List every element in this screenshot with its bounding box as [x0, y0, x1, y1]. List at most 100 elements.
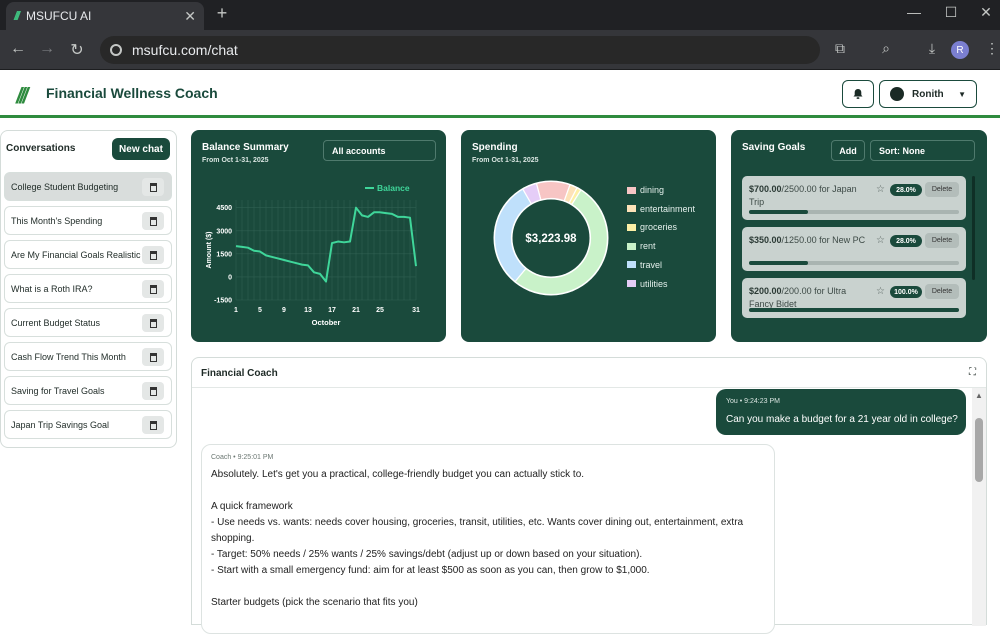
y-tick-label: -1500	[214, 298, 232, 305]
legend-label: utilities	[640, 278, 668, 289]
goal-percent-badge: 100.0%	[890, 286, 922, 298]
conversation-item[interactable]: Current Budget Status	[4, 308, 172, 337]
reading-mode-icon[interactable]: ⌕	[876, 40, 896, 57]
conversation-item[interactable]: Cash Flow Trend This Month	[4, 342, 172, 371]
coach-message-line: - Start with a small emergency fund: aim…	[211, 565, 650, 576]
browser-tab[interactable]: /// MSUFCU AI ✕	[6, 2, 204, 30]
conversation-item[interactable]: This Month's Spending	[4, 206, 172, 235]
star-icon[interactable]: ☆	[876, 184, 885, 195]
goal-text: $700.00/2500.00 for Japan Trip	[749, 183, 869, 209]
balance-summary-card: Balance Summary From Oct 1-31, 2025 All …	[191, 130, 446, 342]
goal-text: $350.00/1250.00 for New PC	[749, 234, 869, 247]
back-icon[interactable]: ←	[8, 40, 28, 58]
profile-avatar[interactable]: R	[951, 41, 969, 59]
address-bar[interactable]: msufcu.com/chat	[100, 36, 820, 64]
coach-message-line	[211, 483, 765, 499]
saving-goal-item[interactable]: $200.00/200.00 for Ultra Fancy Bidet ☆ 100…	[742, 278, 966, 318]
new-tab-button[interactable]: +	[212, 3, 232, 24]
star-icon[interactable]: ☆	[876, 286, 885, 297]
spending-donut-chart: $3,223.98	[493, 180, 609, 296]
goal-target: /1250.00 for New PC	[781, 235, 866, 245]
reload-icon[interactable]: ↻	[67, 40, 87, 60]
url-text: msufcu.com/chat	[132, 42, 238, 58]
delete-conversation-button[interactable]	[142, 178, 164, 196]
scroll-thumb[interactable]	[975, 418, 983, 482]
goal-current: $700.00	[749, 184, 782, 194]
legend-label: Balance	[377, 183, 410, 193]
menu-dots-icon[interactable]: ⋮	[982, 40, 1000, 57]
delete-conversation-button[interactable]	[142, 212, 164, 230]
financial-coach-panel: Financial Coach ⛶ You • 9:24:23 PM Can y…	[191, 357, 987, 634]
goal-current: $200.00	[749, 286, 782, 296]
scroll-up-icon[interactable]: ▲	[975, 391, 983, 400]
legend-label: travel	[640, 259, 663, 270]
delete-conversation-button[interactable]	[142, 382, 164, 400]
legend-swatch	[627, 261, 636, 269]
delete-conversation-button[interactable]	[142, 280, 164, 298]
goal-percent-badge: 28.0%	[890, 184, 922, 196]
conversation-item[interactable]: Japan Trip Savings Goal	[4, 410, 172, 439]
y-tick-label: 0	[228, 274, 232, 281]
new-chat-button[interactable]: New chat	[112, 138, 170, 160]
user-menu-button[interactable]: Ronith ▼	[879, 80, 977, 108]
user-name: Ronith	[912, 88, 944, 100]
extensions-icon[interactable]: ⧉	[830, 40, 850, 57]
forward-icon[interactable]: →	[37, 40, 57, 58]
legend-swatch	[627, 186, 636, 194]
site-info-icon[interactable]	[110, 44, 122, 56]
saving-goal-item[interactable]: $350.00/1250.00 for New PC ☆ 28.0% Delete	[742, 227, 966, 271]
saving-goal-item[interactable]: $700.00/2500.00 for Japan Trip ☆ 28.0% Dele…	[742, 176, 966, 220]
chat-scrollbar[interactable]: ▲	[972, 388, 986, 626]
x-tick-label: 13	[304, 307, 312, 314]
coach-message-line: A quick framework	[211, 501, 293, 512]
delete-conversation-button[interactable]	[142, 246, 164, 264]
goal-progress-fill	[749, 308, 959, 312]
expand-icon[interactable]: ⛶	[969, 367, 976, 378]
legend-swatch	[627, 223, 636, 231]
spending-card: Spending From Oct 1-31, 2025 $3,223.98 d…	[461, 130, 716, 342]
msufcu-favicon-icon: ///	[14, 9, 20, 23]
close-tab-icon[interactable]: ✕	[184, 8, 196, 25]
conversation-item[interactable]: What is a Roth IRA?	[4, 274, 172, 303]
conversation-label: What is a Roth IRA?	[11, 283, 93, 294]
sort-select[interactable]: Sort: None	[870, 140, 975, 161]
maximize-icon[interactable]: ☐	[941, 4, 961, 21]
minimize-icon[interactable]: —	[904, 4, 924, 20]
delete-conversation-button[interactable]	[142, 314, 164, 332]
notifications-button[interactable]	[842, 80, 874, 108]
delete-conversation-button[interactable]	[142, 416, 164, 434]
x-tick-label: 5	[258, 307, 262, 314]
conversation-item[interactable]: Are My Financial Goals Realistic	[4, 240, 172, 269]
conversation-label: Japan Trip Savings Goal	[11, 419, 110, 430]
conversation-label: Are My Financial Goals Realistic	[11, 249, 141, 260]
trash-icon	[149, 318, 157, 328]
legend-label: dining	[640, 185, 665, 195]
delete-goal-button[interactable]: Delete	[925, 233, 959, 248]
legend-label: entertainment	[640, 203, 696, 214]
star-icon[interactable]: ☆	[876, 235, 885, 246]
user-message: You • 9:24:23 PM Can you make a budget f…	[716, 389, 966, 435]
x-tick-label: 1	[234, 307, 238, 314]
y-tick-label: 3000	[216, 228, 232, 235]
legend-swatch	[627, 205, 636, 213]
goals-scrollbar[interactable]	[972, 176, 975, 280]
delete-goal-button[interactable]: Delete	[925, 284, 959, 299]
conversation-label: Saving for Travel Goals	[11, 385, 105, 396]
legend-item: groceries	[627, 222, 677, 232]
x-tick-label: 9	[282, 307, 286, 314]
conversation-item[interactable]: College Student Budgeting	[4, 172, 172, 201]
close-window-icon[interactable]: ✕	[976, 4, 996, 21]
download-icon[interactable]: ⤓	[922, 40, 942, 57]
delete-conversation-button[interactable]	[142, 348, 164, 366]
goals-title: Saving Goals	[742, 142, 806, 153]
trash-icon	[149, 386, 157, 396]
conversation-item[interactable]: Saving for Travel Goals	[4, 376, 172, 405]
legend-item: rent	[627, 241, 656, 251]
chevron-down-icon: ▼	[958, 89, 966, 99]
x-tick-label: 31	[412, 307, 420, 314]
delete-goal-button[interactable]: Delete	[925, 182, 959, 197]
add-goal-button[interactable]: Add	[831, 140, 865, 161]
coach-message-line: - Use needs vs. wants: needs cover housi…	[211, 517, 744, 528]
goal-progress-track	[749, 210, 959, 214]
browser-toolbar: ← → ↻ msufcu.com/chat ⧉ ⌕ ⤓ ⋮	[0, 30, 1000, 70]
